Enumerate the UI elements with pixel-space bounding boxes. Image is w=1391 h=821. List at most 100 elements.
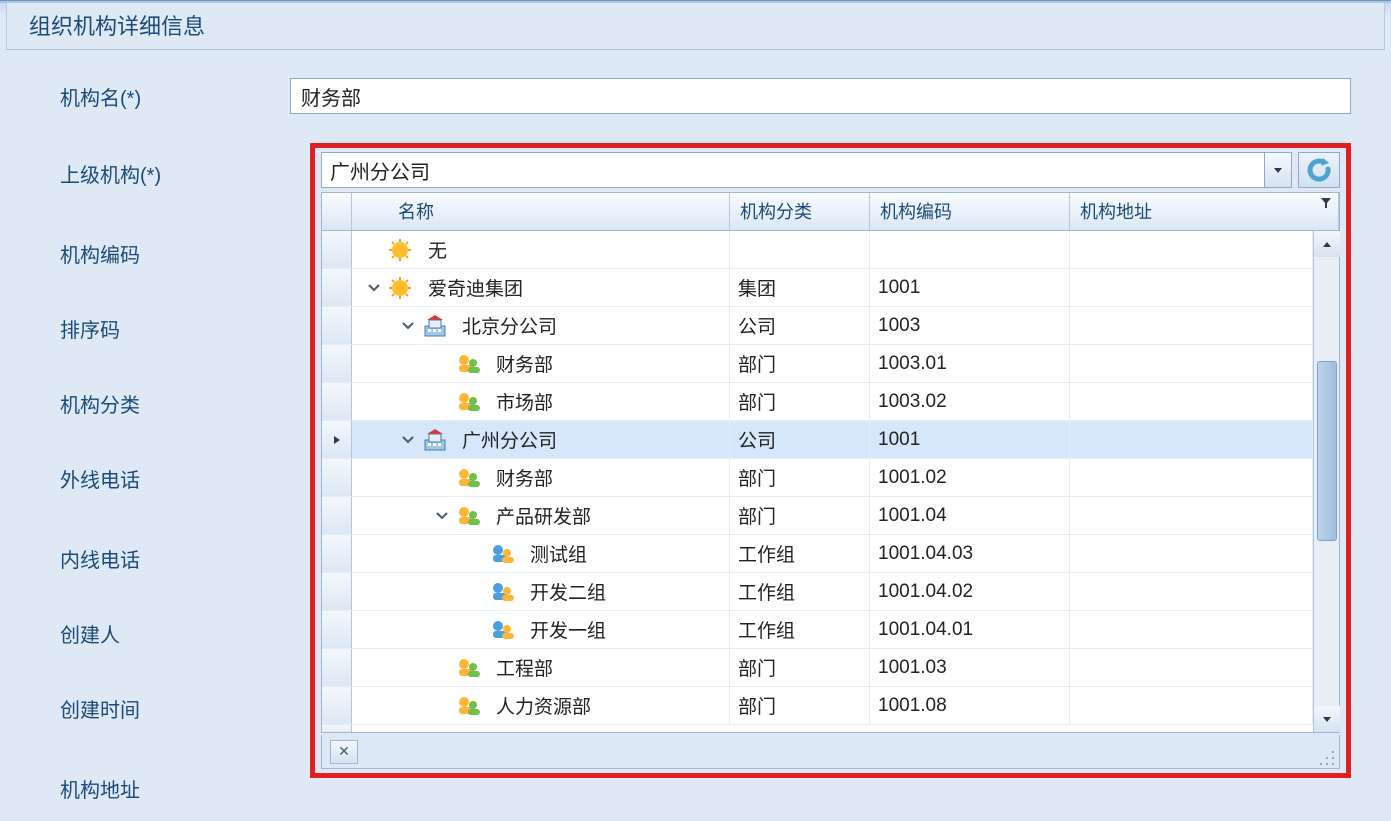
chevron-down-icon (401, 319, 415, 333)
table-row[interactable]: 开发二组 工作组1001.04.02 (322, 573, 1313, 611)
label-outer-phone: 外线电话 (60, 464, 290, 493)
tree-expander (432, 658, 452, 678)
row-indicator (322, 649, 352, 686)
table-row[interactable]: 工程部 部门1001.03 (322, 649, 1313, 687)
row-indicator (322, 611, 352, 648)
table-row[interactable]: 北京分公司公司1003 (322, 307, 1313, 345)
row-indicator (322, 307, 352, 344)
tree-expander[interactable] (398, 430, 418, 450)
header-address[interactable]: 机构地址 (1070, 193, 1339, 230)
cell-code: 1003 (870, 307, 1070, 344)
tree-expander[interactable] (398, 316, 418, 336)
name-cell: 财务部 (352, 345, 730, 382)
label-org-address: 机构地址 (60, 774, 290, 803)
cell-address (1070, 611, 1313, 648)
row-indicator (322, 459, 352, 496)
table-row[interactable]: 财务部部门1001.02 (322, 459, 1313, 497)
tree-expander[interactable] (364, 278, 384, 298)
table-row[interactable]: 开发一组工作组1001.04.01 (322, 611, 1313, 649)
current-row-icon (330, 433, 344, 447)
cell-cat: 工作组 (730, 573, 870, 610)
row-indicator (322, 421, 352, 458)
label-create-time: 创建时间 (60, 694, 290, 723)
cell-cat: 部门 (730, 687, 870, 724)
scroll-thumb[interactable] (1317, 361, 1337, 541)
cell-address (1070, 687, 1313, 724)
header-indicator (322, 193, 352, 230)
sun-icon (388, 276, 416, 300)
cell-address (1070, 459, 1313, 496)
cell-code: 1001.04.01 (870, 611, 1070, 648)
cell-code: 1001.04.02 (870, 573, 1070, 610)
tree-expander (466, 582, 486, 602)
name-cell: 广州分公司 (352, 421, 730, 458)
tree-grid: 名称 机构分类 机构编码 机构地址 无爱奇迪集团集团1001北京分公司公司100… (321, 192, 1340, 733)
chevron-down-icon (367, 281, 381, 295)
cell-code: 1003.02 (870, 383, 1070, 420)
cell-code: 1001.02 (870, 459, 1070, 496)
label-org-code: 机构编码 (60, 239, 290, 268)
vertical-scrollbar[interactable] (1313, 231, 1339, 732)
table-row[interactable]: 广州分公司公司1001 (322, 421, 1313, 459)
parent-org-input[interactable] (321, 152, 1264, 188)
cell-address (1070, 573, 1313, 610)
grid-footer: ✕ (321, 735, 1340, 769)
refresh-icon (1307, 158, 1331, 182)
input-org-name[interactable] (290, 78, 1351, 114)
tree-expander[interactable] (432, 506, 452, 526)
table-row[interactable]: 产品研发部部门1001.04 (322, 497, 1313, 535)
refresh-button[interactable] (1298, 152, 1340, 188)
row-indicator (322, 687, 352, 724)
department-icon (456, 352, 484, 376)
table-row[interactable]: 测试组工作组1001.04.03 (322, 535, 1313, 573)
cell-code: 1001.04 (870, 497, 1070, 534)
table-row[interactable]: 市场部部门1003.02 (322, 383, 1313, 421)
form-body: 机构名(*) 上级机构(*) 机构编码 排序码 机构分类 外线电话 内线电话 创… (10, 58, 1381, 821)
cell-address (1070, 383, 1313, 420)
table-row[interactable]: 人力资源部 部门1001.08 (322, 687, 1313, 725)
dropdown-toggle-button[interactable] (1264, 152, 1292, 188)
node-name: 财务部 (488, 464, 553, 491)
cell-address (1070, 269, 1313, 306)
building-icon (422, 314, 450, 338)
chevron-down-icon (401, 433, 415, 447)
sun-icon (388, 238, 416, 262)
table-row[interactable]: 无 (322, 231, 1313, 269)
grid-body: 无爱奇迪集团集团1001北京分公司公司1003财务部部门1003.01市场部部门… (322, 231, 1313, 732)
cell-cat (730, 231, 870, 268)
resize-grip-icon[interactable] (1319, 750, 1335, 766)
label-inner-phone: 内线电话 (60, 544, 290, 573)
name-cell: 工程部 (352, 649, 730, 686)
workgroup-icon (490, 618, 518, 642)
node-name: 工程部 (488, 654, 553, 681)
tree-expander (466, 620, 486, 640)
department-icon (456, 466, 484, 490)
cell-code: 1001.03 (870, 649, 1070, 686)
table-row[interactable]: 财务部部门1003.01 (322, 345, 1313, 383)
cell-cat: 部门 (730, 649, 870, 686)
parent-org-dropdown: 名称 机构分类 机构编码 机构地址 无爱奇迪集团集团1001北京分公司公司100… (310, 143, 1351, 778)
node-name: 人力资源部 (488, 692, 591, 719)
scroll-down-button[interactable] (1314, 706, 1340, 732)
close-dropdown-button[interactable]: ✕ (330, 740, 358, 764)
header-code[interactable]: 机构编码 (870, 193, 1070, 230)
table-row[interactable]: 爱奇迪集团集团1001 (322, 269, 1313, 307)
row-indicator (322, 573, 352, 610)
node-name: 无 (420, 236, 447, 263)
header-name[interactable]: 名称 (352, 193, 730, 230)
cell-cat: 工作组 (730, 535, 870, 572)
cell-address (1070, 345, 1313, 382)
cell-code: 1003.01 (870, 345, 1070, 382)
name-cell: 北京分公司 (352, 307, 730, 344)
name-cell: 测试组 (352, 535, 730, 572)
row-indicator (322, 269, 352, 306)
filter-icon[interactable] (1320, 197, 1332, 209)
scroll-up-button[interactable] (1314, 231, 1340, 257)
node-name: 开发二组 (522, 578, 606, 605)
chevron-down-icon (1271, 163, 1285, 177)
department-icon (456, 694, 484, 718)
tree-expander (432, 392, 452, 412)
node-name: 财务部 (488, 350, 553, 377)
cell-code: 1001.08 (870, 687, 1070, 724)
header-category[interactable]: 机构分类 (730, 193, 870, 230)
